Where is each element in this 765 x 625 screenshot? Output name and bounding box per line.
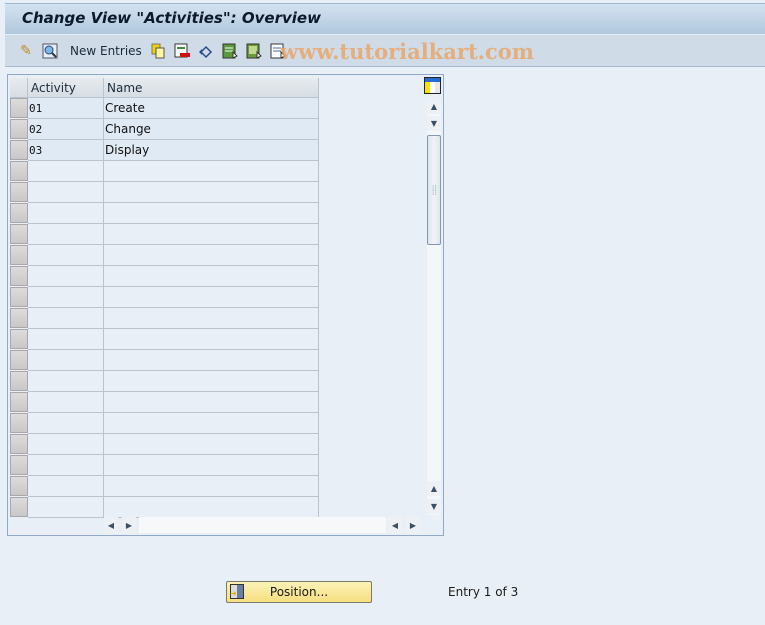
vertical-scrollbar[interactable]: ▲ ▼ ⁞⁞ ⁞⁞ ▲ ▼ [427,99,441,515]
cell-name[interactable] [104,287,319,308]
row-selector[interactable] [10,203,28,223]
row-selector[interactable] [10,392,28,412]
row-selector[interactable] [10,266,28,286]
cell-activity[interactable] [28,455,104,476]
scroll-page-down-button[interactable]: ▼ [427,499,441,514]
cell-name[interactable] [104,308,319,329]
row-selector[interactable] [10,161,28,181]
row-selector[interactable] [10,140,28,160]
select-block-icon[interactable] [245,42,263,59]
cell-name[interactable]: Display [104,140,319,161]
cell-name[interactable] [104,350,319,371]
cell-name[interactable] [104,392,319,413]
cell-name[interactable] [104,413,319,434]
position-button-label: Position... [269,585,329,599]
cell-name[interactable] [104,182,319,203]
cell-activity[interactable] [28,413,104,434]
row-selector[interactable] [10,329,28,349]
application-toolbar: ✎ New Entries www.tutorialkart.com [5,34,765,67]
title-bar: Change View "Activities": Overview [5,3,765,34]
row-selector[interactable] [10,224,28,244]
row-selector[interactable] [10,245,28,265]
page-title: Change View "Activities": Overview [22,9,321,27]
activities-table: Activity Name 01 Create 02 Change 03 Display … [7,74,444,536]
scroll-up-button[interactable]: ▲ [427,99,441,114]
cell-name[interactable]: Create [104,98,319,119]
hscroll-page-left-button[interactable]: ◀ [388,517,402,533]
scroll-down-button[interactable]: ▼ [427,116,441,131]
row-selector[interactable] [10,350,28,370]
row-selector[interactable] [10,182,28,202]
hscroll-page-right-button[interactable]: ▶ [406,517,420,533]
cell-name[interactable] [104,245,319,266]
row-selector[interactable] [10,287,28,307]
cell-name[interactable] [104,329,319,350]
row-selector[interactable] [10,98,28,118]
cell-activity[interactable] [28,266,104,287]
cell-name[interactable] [104,203,319,224]
cell-name[interactable] [104,371,319,392]
undo-change-icon[interactable] [197,42,215,59]
position-button[interactable]: Position... [226,581,372,603]
cell-activity[interactable] [28,203,104,224]
cell-activity[interactable]: 01 [28,98,104,119]
cell-name[interactable] [104,161,319,182]
horizontal-scrollbar[interactable] [139,517,386,533]
cell-activity[interactable] [28,245,104,266]
hscroll-left-button[interactable]: ◀ [104,517,118,533]
select-all-rows-header[interactable] [10,78,28,98]
new-entries-button[interactable]: New Entries [70,42,142,59]
watermark: www.tutorialkart.com [280,39,534,64]
cell-activity[interactable] [28,497,104,518]
copy-as-icon[interactable] [149,42,167,59]
hscroll-right-button[interactable]: ▶ [122,517,136,533]
cell-activity[interactable] [28,287,104,308]
column-header-name[interactable]: Name [104,78,319,98]
details-icon[interactable] [41,42,59,59]
cell-activity[interactable]: 02 [28,119,104,140]
cell-activity[interactable]: 03 [28,140,104,161]
row-selector[interactable] [10,413,28,433]
select-all-icon[interactable] [221,42,239,59]
cell-name[interactable] [104,434,319,455]
cell-activity[interactable] [28,329,104,350]
row-selector[interactable] [10,434,28,454]
scroll-page-up-button[interactable]: ▲ [427,481,441,496]
cell-activity[interactable] [28,434,104,455]
row-selector[interactable] [10,455,28,475]
row-selector[interactable] [10,119,28,139]
cell-name[interactable] [104,224,319,245]
cell-activity[interactable] [28,392,104,413]
column-header-activity[interactable]: Activity [28,78,104,98]
cell-activity[interactable] [28,308,104,329]
row-selector[interactable] [10,308,28,328]
cell-activity[interactable] [28,476,104,497]
cell-activity[interactable] [28,350,104,371]
cell-activity[interactable] [28,182,104,203]
scroll-thumb[interactable]: ⁞⁞ ⁞⁞ [427,135,441,245]
cell-name[interactable]: Change [104,119,319,140]
column-settings-icon[interactable] [424,77,441,94]
cell-activity[interactable] [28,161,104,182]
cell-name[interactable] [104,497,319,518]
cell-activity[interactable] [28,371,104,392]
display-change-icon[interactable]: ✎ [17,42,35,59]
cell-name[interactable] [104,266,319,287]
row-selector[interactable] [10,476,28,496]
cell-name[interactable] [104,455,319,476]
cell-name[interactable] [104,476,319,497]
row-selector[interactable] [10,371,28,391]
cell-activity[interactable] [28,224,104,245]
row-selector[interactable] [10,497,28,517]
delete-icon[interactable] [173,42,191,59]
entry-status: Entry 1 of 3 [448,585,519,599]
